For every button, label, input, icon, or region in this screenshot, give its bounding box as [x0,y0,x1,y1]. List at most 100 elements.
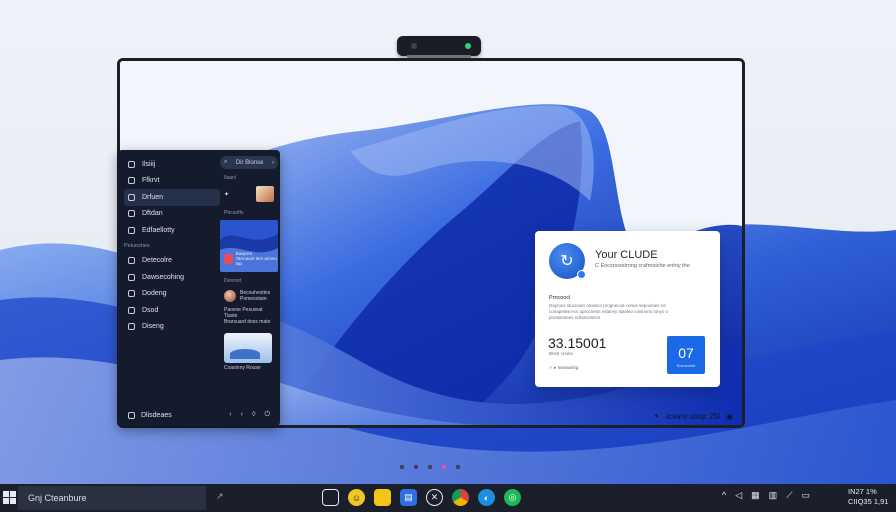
date-tile-number: 07 [678,345,694,361]
forward-icon[interactable]: ‹ [241,411,243,419]
widgets-icon[interactable]: ☺ [348,489,365,506]
check-icon: ✓ [549,365,553,370]
folder-icon [128,210,135,218]
nav-item-calendar[interactable]: Dawsecohing [124,269,220,286]
page-dot[interactable] [428,465,432,469]
user-label: Dlisdeaes [141,411,172,419]
chevron-right-icon: › [272,159,274,166]
system-tray: ^ ◁ ▦ ▥ ⟋ ▭ [722,490,810,501]
card-title: Your CLUDE [595,249,658,261]
recommended-label: Desnort [224,278,242,284]
store-icon[interactable]: ▤ [400,489,417,506]
taskbar-clock[interactable]: IN27 1% CIIQ35 1,91 [848,487,888,507]
nav-item-label: Drfuen [142,193,164,201]
app-avatar [224,253,233,264]
logo-glyph: ↻ [560,253,574,270]
image-caption: Coasinny Rouse [224,365,261,371]
nav-item-photos[interactable]: Dodeng [124,286,220,303]
card-subtitle: C Eocsnoseirnng crafrnoiche enhty the [595,263,690,269]
nav-item-folder[interactable]: Dftdan [124,206,220,223]
home-icon [128,160,135,168]
nav-item-apps[interactable]: Ffkrvt [124,173,220,190]
page-dot[interactable] [442,465,446,469]
back-icon[interactable]: ‹ [229,411,231,419]
task-view-icon[interactable] [322,489,339,506]
contact-item[interactable]: Becouhesttes Pomeostam [220,287,278,305]
image-preview-card[interactable] [224,333,272,363]
globe-icon [128,323,135,331]
settings-icon[interactable]: ◉ [726,412,733,421]
avatar [224,290,236,302]
clock-time: IN27 1% [848,487,877,496]
lock-icon[interactable]: ◊ [252,411,255,419]
network-icon[interactable]: ▦ [751,490,760,501]
keyboard-icon[interactable]: ▥ [769,490,778,501]
cursor-icon: ↗ [216,491,224,501]
nav-item-label: Dawsecohing [142,273,185,281]
mail-icon [128,257,135,265]
recommended-text: Paovoe Pesuorat Tiaste Brarsuard doss ma… [220,305,278,327]
taskbar: Gnj Cteanbure ↗ ☺ ▤ ✕ ◐ ◎ ^ ◁ ▦ ▥ ⟋ ▭ IN… [0,484,896,512]
nav-item-home[interactable]: Ilsiiij [124,156,220,173]
recommended-text-line: Paovoe Pesuorat Tiaste [224,307,263,319]
chrome-icon[interactable] [452,489,469,506]
app-logo-icon: ↻ [549,243,586,279]
page-dot[interactable] [456,465,460,469]
chevron-up-icon[interactable]: ^ [722,490,726,501]
start-menu-recommended: ⌕ Dir Blonse › Ilaanl ✦ Ptrcsoffs Baayor… [220,156,278,373]
recommended-text-line: Brarsuard doss mate [224,319,271,325]
user-account-button[interactable]: Dlisdeaes [124,411,172,419]
xbox-icon[interactable]: ✕ [426,489,443,506]
footer-controls: ‹ ‹ ◊ ⏻ [229,411,274,419]
camera-indicator-light [465,43,471,49]
panel-search-field[interactable]: ⌕ Dir Blonse › [220,156,278,169]
spotify-icon[interactable]: ◎ [504,489,521,506]
card-description: Dayrocs stocnoan otonsco prognecoa conus… [549,303,669,320]
nav-item-settings[interactable]: Drfuen [124,189,220,206]
windows-start-icon[interactable] [3,491,16,504]
calendar-icon [128,273,135,281]
search-icon: ⌕ [224,159,228,165]
nav-item-music[interactable]: Dsod [124,302,220,319]
wallpaper-preview-card[interactable]: Baayorn Tarmaunt tem ammo tap [220,220,278,272]
section-label: Peluoshes [124,242,150,249]
date-tile-caption: Sccnevent [676,363,696,368]
wallpaper-caption-text: Tarmaunt tem ammo tap [235,256,277,266]
taskbar-search-text: Gnj Cteanbure [28,493,87,503]
card-big-number: 33.15001 [548,335,607,351]
taskbar-apps: ☺ ▤ ✕ ◐ ◎ [322,489,521,506]
card-footer[interactable]: ✓ ▸ Inseasirrig [549,365,578,371]
monitor-status-text: Icvare sixqr 25I [665,411,721,421]
notifications-icon[interactable]: ▭ [802,490,811,501]
widget-card[interactable]: ↻ Your CLUDE C Eocsnoseirnng crafrnoiche… [535,231,720,387]
settings-icon [128,193,135,201]
pen-icon[interactable]: ⟋ [786,490,792,501]
page-indicator [400,465,460,469]
card-footer-label: Inseasirrig [557,365,579,370]
nav-item-label: Dftdan [142,210,163,218]
camera-lens [411,43,417,49]
status-dot-icon [577,270,586,279]
volume-icon[interactable]: ◁ [735,490,742,501]
user-icon [128,411,135,419]
card-big-caption: Bnstr crseto [549,351,574,356]
edge-icon[interactable]: ◐ [478,489,495,506]
date-tile[interactable]: 07 Sccnevent [667,336,705,374]
wallpaper-caption: Baayorn Tarmaunt tem ammo tap [224,251,278,266]
page-dot[interactable] [414,465,418,469]
photo-icon [128,290,135,298]
nav-item-globe[interactable]: Diseng [124,319,220,336]
nav-item-label: Ilsiiij [142,160,156,168]
page-dot[interactable] [400,465,404,469]
recommended-item[interactable]: ✦ [220,184,278,204]
arrow-icon: ▸ [554,365,557,370]
recommended-label: Ptrcsoffs [224,210,244,216]
webcam [397,36,481,60]
nav-item-mail[interactable]: Detecolre [124,253,220,270]
power-icon[interactable]: ⏻ [264,411,270,419]
nav-item-document[interactable]: Edfaellotty [124,222,220,239]
file-explorer-icon[interactable] [374,489,391,506]
start-menu-panel: Ilsiiij Ffkrvt Drfuen Dftdan Edfaellotty… [118,150,280,426]
taskbar-search-box[interactable]: Gnj Cteanbure [18,486,206,510]
recommended-thumbnail [256,186,274,202]
